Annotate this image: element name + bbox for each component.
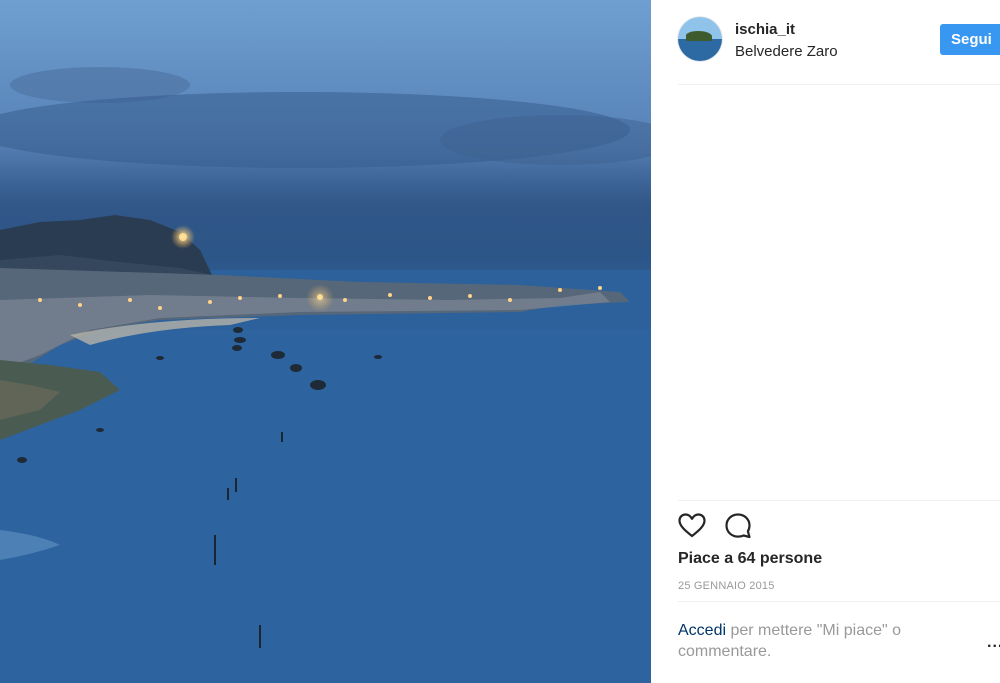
post-date: 25 GENNAIO 2015: [678, 580, 775, 592]
seaside-town-photo: [0, 67, 651, 683]
header-divider: [678, 84, 1000, 85]
login-divider: [678, 601, 1000, 602]
likes-count[interactable]: Piace a 64 persone: [678, 550, 822, 568]
actions-divider: [678, 500, 1000, 501]
post-photo[interactable]: [0, 0, 651, 683]
login-link[interactable]: Accedi: [678, 622, 726, 639]
heart-outline-icon[interactable]: [678, 512, 706, 540]
more-options-button[interactable]: ...: [987, 634, 1000, 652]
follow-button[interactable]: Segui: [940, 24, 1000, 55]
login-prompt: Accedi per mettere "Mi piace" o commenta…: [678, 620, 948, 662]
post-info-panel: ischia_it Belvedere Zaro Segui Piace a 6…: [651, 0, 1000, 683]
post-header: ischia_it Belvedere Zaro Segui: [651, 0, 1000, 84]
island-thumbnail: [686, 31, 712, 41]
avatar[interactable]: [678, 17, 722, 61]
location-link[interactable]: Belvedere Zaro: [735, 43, 838, 60]
speech-bubble-icon[interactable]: [724, 512, 752, 540]
username-link[interactable]: ischia_it: [735, 21, 795, 38]
